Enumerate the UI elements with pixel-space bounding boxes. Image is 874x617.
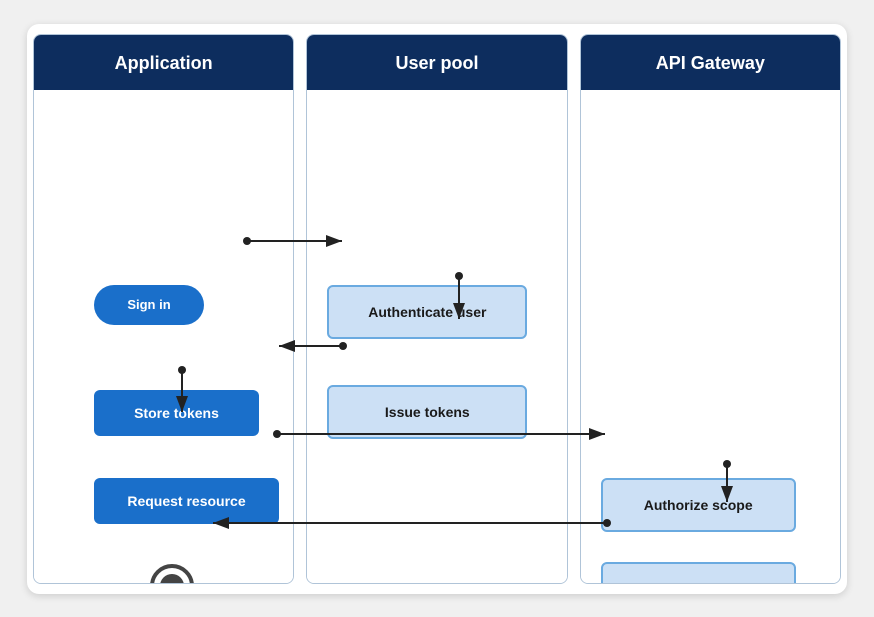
column-body-application: Sign in Store tokens Request resource	[34, 90, 293, 583]
column-user-pool: User pool Authenticate user Issue tokens	[306, 34, 567, 584]
request-resource-node: Request resource	[94, 478, 279, 524]
column-header-user-pool: User pool	[307, 35, 566, 90]
authenticate-user-node: Authenticate user	[327, 285, 527, 339]
column-label-user-pool: User pool	[395, 53, 478, 73]
column-body-api-gateway: Authorize scope Return data	[581, 90, 840, 583]
authorize-scope-node: Authorize scope	[601, 478, 796, 532]
column-header-api-gateway: API Gateway	[581, 35, 840, 90]
return-data-node: Return data	[601, 562, 796, 584]
end-node	[150, 564, 194, 584]
column-application: Application Sign in Store tokens Request…	[33, 34, 294, 584]
column-label-api-gateway: API Gateway	[656, 53, 765, 73]
column-header-application: Application	[34, 35, 293, 90]
store-tokens-node: Store tokens	[94, 390, 259, 436]
column-body-user-pool: Authenticate user Issue tokens	[307, 90, 566, 583]
issue-tokens-node: Issue tokens	[327, 385, 527, 439]
end-node-inner	[160, 574, 184, 584]
column-label-application: Application	[115, 53, 213, 73]
column-api-gateway: API Gateway Authorize scope Return data	[580, 34, 841, 584]
sign-in-node: Sign in	[94, 285, 204, 325]
columns-wrapper: Application Sign in Store tokens Request…	[27, 24, 847, 594]
diagram-container: Application Sign in Store tokens Request…	[27, 24, 847, 594]
